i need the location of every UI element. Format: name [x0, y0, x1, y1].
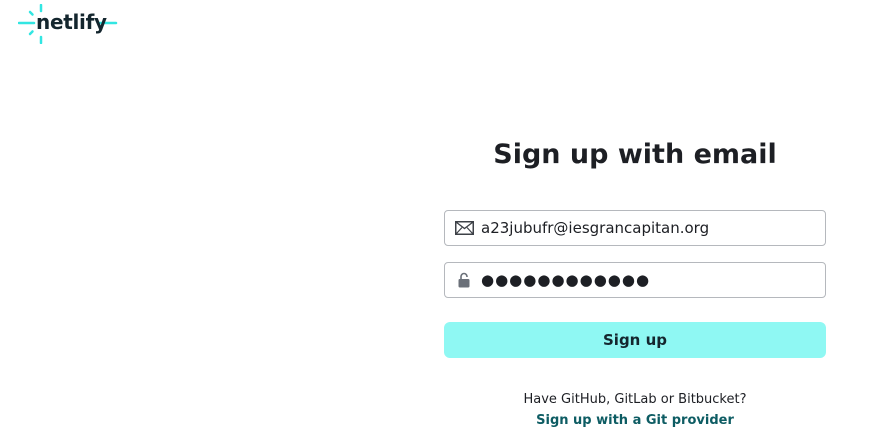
- git-provider-question: Have GitHub, GitLab or Bitbucket?: [523, 392, 747, 407]
- signup-page: netlify Sign up with email a23jubufr@ies…: [0, 0, 894, 441]
- password-field[interactable]: ●●●●●●●●●●●●: [444, 262, 826, 298]
- lock-icon: [454, 272, 474, 288]
- password-input[interactable]: ●●●●●●●●●●●●: [481, 271, 825, 289]
- sign-up-button[interactable]: Sign up: [444, 322, 826, 358]
- page-title: Sign up with email: [493, 139, 777, 170]
- git-provider-signup-link[interactable]: Sign up with a Git provider: [444, 413, 826, 428]
- signup-form: Sign up with email ●●●●●●●●●●●●: [444, 130, 826, 428]
- envelope-icon: [454, 220, 474, 236]
- netlify-logo[interactable]: netlify: [17, 3, 118, 45]
- email-input[interactable]: [481, 213, 825, 243]
- netlify-wordmark: netlify: [36, 10, 107, 34]
- email-field[interactable]: [444, 210, 826, 246]
